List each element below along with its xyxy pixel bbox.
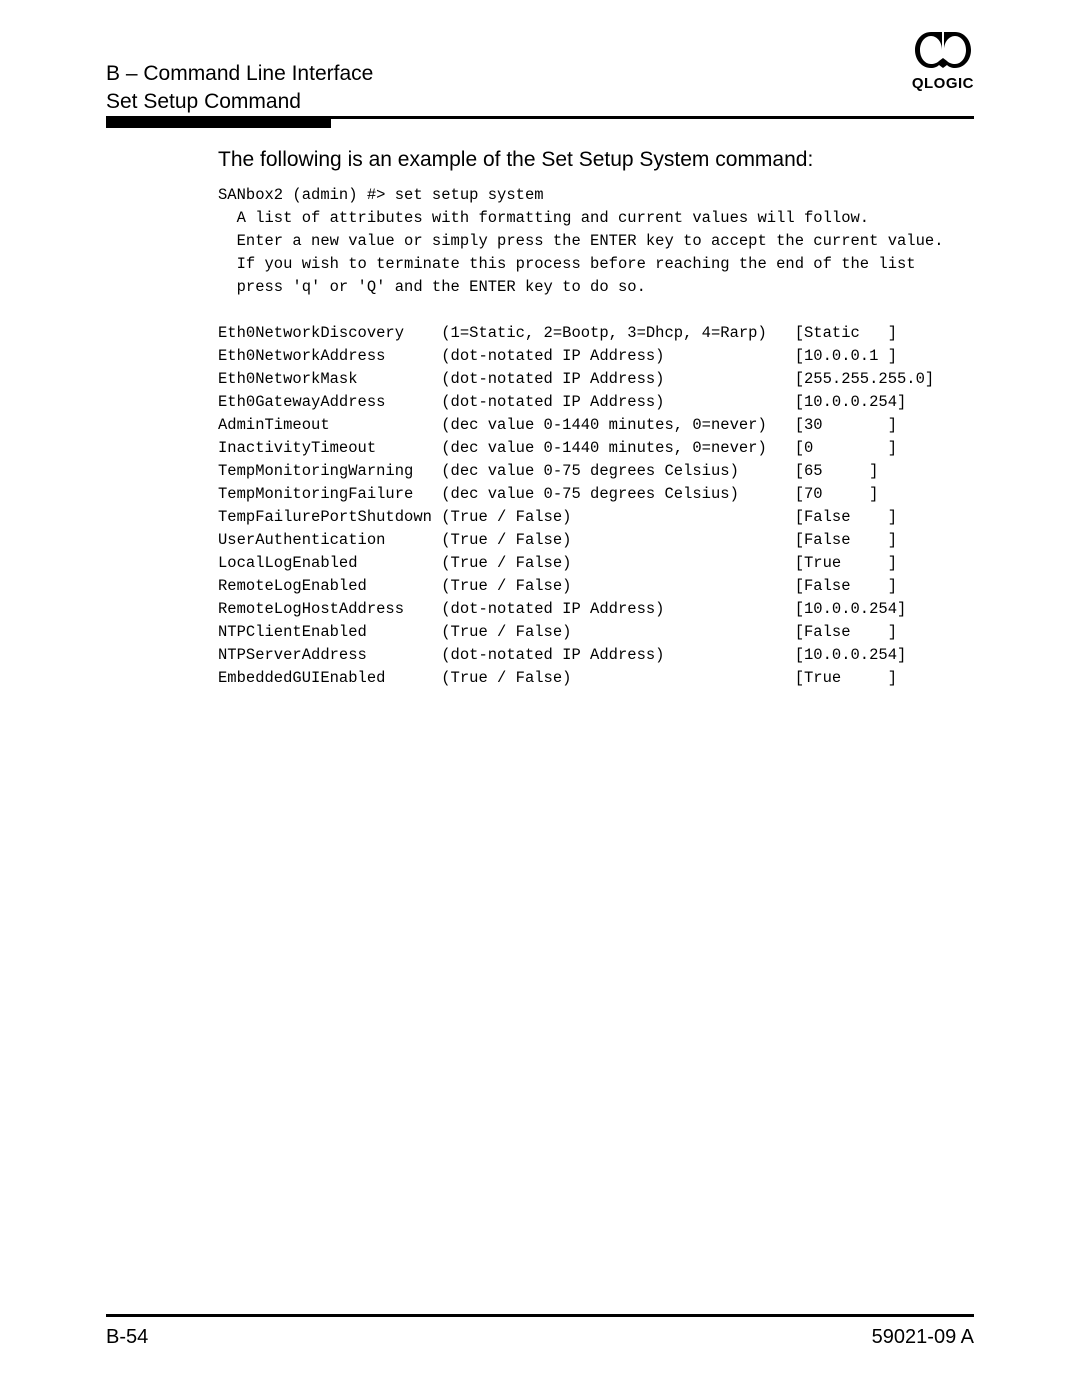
brand-logo: QLOGIC: [912, 32, 974, 92]
header-line-1: B – Command Line Interface: [106, 60, 974, 88]
cli-output: SANbox2 (admin) #> set setup system A li…: [218, 184, 974, 690]
qlogic-mark-icon: [915, 32, 971, 73]
document-number: 59021-09 A: [872, 1326, 974, 1349]
header-line-2: Set Setup Command: [106, 88, 974, 116]
section-heading: B – Command Line Interface Set Setup Com…: [106, 60, 974, 117]
footer-rule: [106, 1314, 974, 1317]
header-rule: [106, 116, 974, 119]
page-number: B-54: [106, 1326, 148, 1349]
intro-text: The following is an example of the Set S…: [218, 148, 974, 172]
brand-name: QLOGIC: [912, 75, 974, 92]
